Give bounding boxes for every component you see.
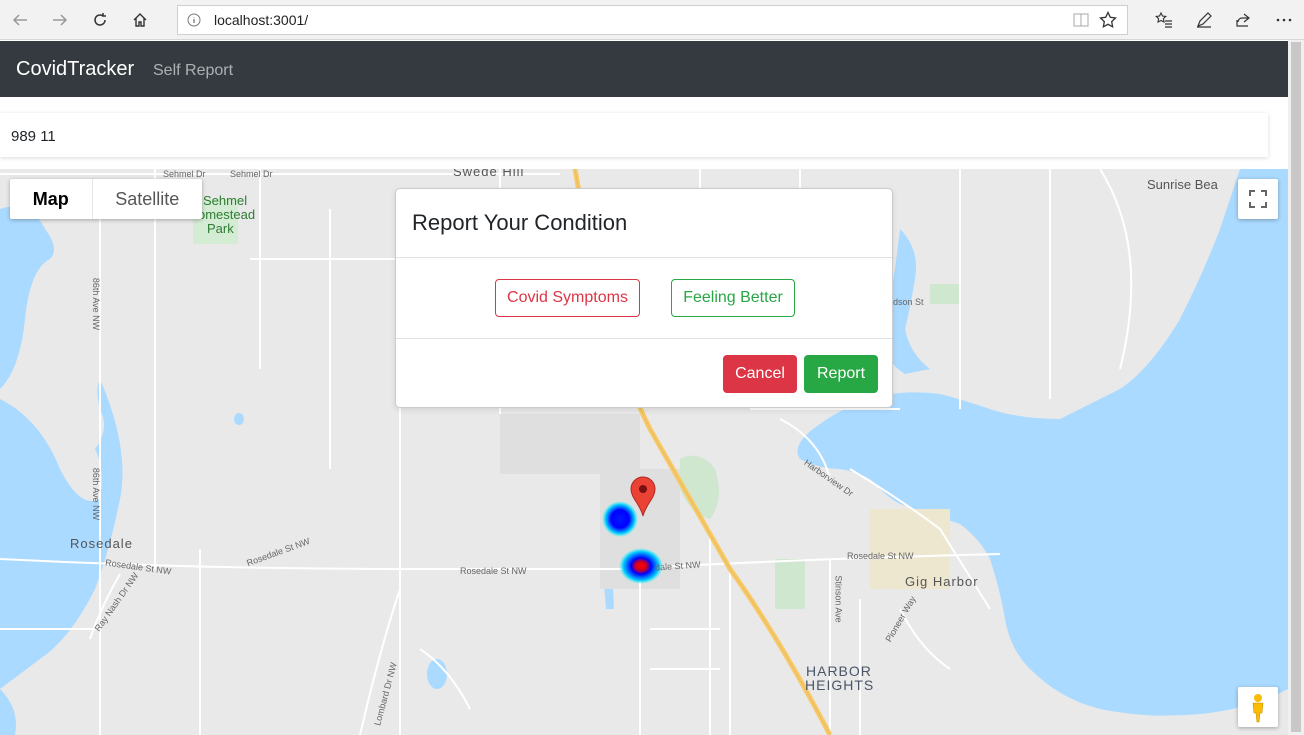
map-label: HEIGHTS [805, 677, 875, 693]
pen-icon[interactable] [1190, 6, 1218, 34]
cancel-button[interactable]: Cancel [723, 355, 797, 393]
navbar: CovidTracker Self Report [0, 41, 1288, 97]
map-label: Stinson Ave [833, 575, 844, 623]
modal-header-divider [396, 257, 892, 258]
url-text[interactable]: localhost:3001/ [214, 12, 308, 28]
map-label: 86th Ave NW [91, 277, 102, 331]
map-label: dson St [893, 297, 924, 307]
reading-view-icon[interactable] [1073, 12, 1089, 33]
map-label: Park [207, 221, 234, 236]
map-label: Sehmel Dr [163, 169, 206, 179]
map-label: Rosedale St NW [847, 551, 914, 561]
info-card: 989 11 [0, 113, 1268, 157]
map-type-control: Map Satellite [10, 179, 202, 219]
nav-link-self-report[interactable]: Self Report [153, 62, 233, 80]
info-text: 989 11 [11, 128, 56, 145]
fullscreen-icon[interactable] [1238, 179, 1278, 219]
browser-toolbar: localhost:3001/ [0, 0, 1304, 40]
report-button[interactable]: Report [804, 355, 878, 393]
map-label: Sehmel [203, 193, 248, 208]
map-label: Rosedale [70, 536, 133, 551]
map-type-satellite-button[interactable]: Satellite [93, 179, 202, 219]
brand-link[interactable]: CovidTracker [16, 58, 134, 81]
scroll-thumb[interactable] [1291, 42, 1301, 732]
arrow-right-icon[interactable] [46, 6, 74, 34]
home-icon[interactable] [126, 6, 154, 34]
covid-symptoms-button[interactable]: Covid Symptoms [495, 279, 640, 317]
heatmap-point [602, 501, 638, 537]
map-type-map-button[interactable]: Map [10, 179, 93, 219]
more-icon[interactable] [1270, 6, 1298, 34]
feeling-better-button[interactable]: Feeling Better [671, 279, 795, 317]
share-icon[interactable] [1229, 6, 1257, 34]
map-label: Sehmel Dr [230, 169, 273, 179]
map-label: Swede Hill [453, 169, 525, 179]
favorites-icon[interactable] [1150, 6, 1178, 34]
refresh-icon[interactable] [86, 6, 114, 34]
modal-title: Report Your Condition [412, 210, 628, 235]
map-label: 86th Ave NW [91, 467, 102, 521]
pegman-icon[interactable] [1238, 687, 1278, 727]
star-icon[interactable] [1099, 10, 1117, 34]
map-label: omestead [198, 207, 256, 222]
info-icon[interactable] [187, 13, 201, 32]
scrollbar[interactable] [1288, 40, 1304, 735]
modal-footer-divider [396, 338, 892, 339]
map-label: Rosedale St NW [460, 566, 527, 576]
arrow-left-icon[interactable] [6, 6, 34, 34]
map-label: Gig Harbor [905, 574, 979, 589]
report-modal: Report Your Condition Covid Symptoms Fee… [395, 188, 893, 408]
address-bar[interactable]: localhost:3001/ [177, 5, 1128, 35]
map-label: Sunrise Bea [1147, 177, 1218, 192]
